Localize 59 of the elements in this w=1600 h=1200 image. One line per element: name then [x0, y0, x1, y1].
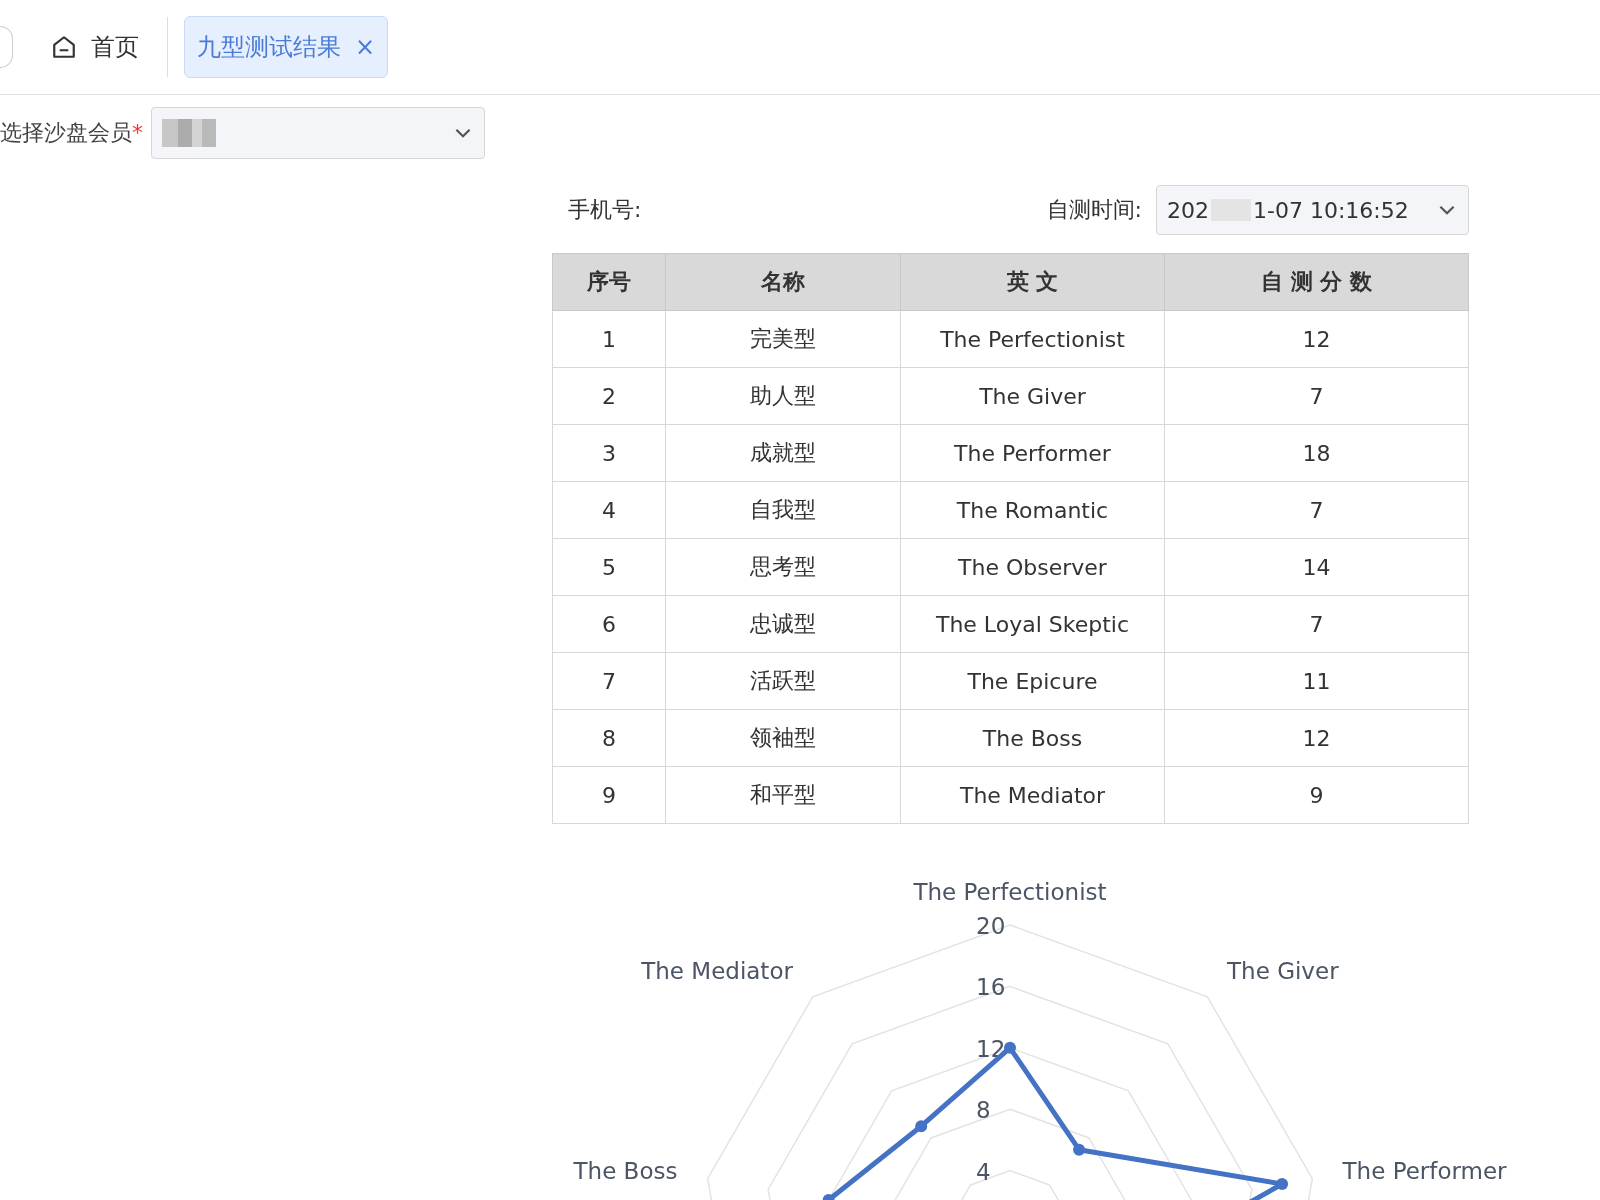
table-cell: 7: [1164, 367, 1469, 425]
table-cell: 4: [552, 481, 666, 539]
column-header: 自 测 分 数: [1164, 253, 1469, 311]
table-cell: 7: [552, 652, 666, 710]
table-cell: 5: [552, 538, 666, 596]
table-cell: The Romantic: [900, 481, 1165, 539]
axis-label: The Mediator: [641, 958, 793, 985]
table-cell: 6: [552, 595, 666, 653]
redacted-value: [162, 119, 216, 147]
axis-tick-label: 8: [976, 1097, 991, 1124]
table-cell: 助人型: [665, 367, 901, 425]
member-select[interactable]: [151, 107, 485, 159]
test-time-select[interactable]: 202 1-07 10:16:52: [1156, 185, 1469, 235]
table-cell: The Loyal Skeptic: [900, 595, 1165, 653]
table-cell: 领袖型: [665, 709, 901, 767]
axis-label: The Perfectionist: [913, 879, 1107, 905]
table-cell: The Observer: [900, 538, 1165, 596]
home-tab[interactable]: 首页: [37, 31, 153, 63]
table-cell: 7: [1164, 595, 1469, 653]
table-cell: 忠诚型: [665, 595, 901, 653]
axis-label: The Boss: [573, 1158, 678, 1185]
column-header: 名称: [665, 253, 901, 311]
axis-tick-label: 20: [976, 913, 1006, 939]
table-cell: 成就型: [665, 424, 901, 482]
table-cell: 1: [552, 310, 666, 368]
table-cell: 12: [1164, 709, 1469, 767]
table-cell: 思考型: [665, 538, 901, 596]
table-cell: 12: [1164, 310, 1469, 368]
close-icon[interactable]: ×: [355, 33, 376, 61]
table-cell: 14: [1164, 538, 1469, 596]
table-cell: 7: [1164, 481, 1469, 539]
axis-tick-label: 4: [976, 1158, 991, 1185]
page-tab[interactable]: 九型测试结果 ×: [184, 16, 389, 78]
test-time-label: 自测时间:: [1046, 196, 1142, 224]
table-cell: 9: [552, 766, 666, 824]
table-cell: 9: [1164, 766, 1469, 824]
table-cell: 8: [552, 709, 666, 767]
axis-label: The Performer: [1342, 1158, 1507, 1185]
table-cell: 18: [1164, 424, 1469, 482]
phone-label: 手机号:: [568, 196, 642, 224]
table-cell: 3: [552, 424, 666, 482]
table-cell: The Epicure: [900, 652, 1165, 710]
table-cell: The Perfectionist: [900, 310, 1165, 368]
axis-tick-label: 16: [976, 974, 1006, 1001]
table-cell: 和平型: [665, 766, 901, 824]
table-cell: 完美型: [665, 310, 901, 368]
axis-label: The Giver: [1227, 958, 1339, 985]
table-cell: 11: [1164, 652, 1469, 710]
table-cell: 活跃型: [665, 652, 901, 710]
table-cell: The Performer: [900, 424, 1165, 482]
table-cell: The Boss: [900, 709, 1165, 767]
table-cell: 2: [552, 367, 666, 425]
column-header: 序号: [552, 253, 666, 311]
table-cell: The Mediator: [900, 766, 1165, 824]
table-cell: 自我型: [665, 481, 901, 539]
home-icon: [51, 34, 77, 60]
member-label: 选择沙盘会员*: [0, 119, 143, 147]
table-cell: The Giver: [900, 367, 1165, 425]
column-header: 英 文: [900, 253, 1165, 311]
